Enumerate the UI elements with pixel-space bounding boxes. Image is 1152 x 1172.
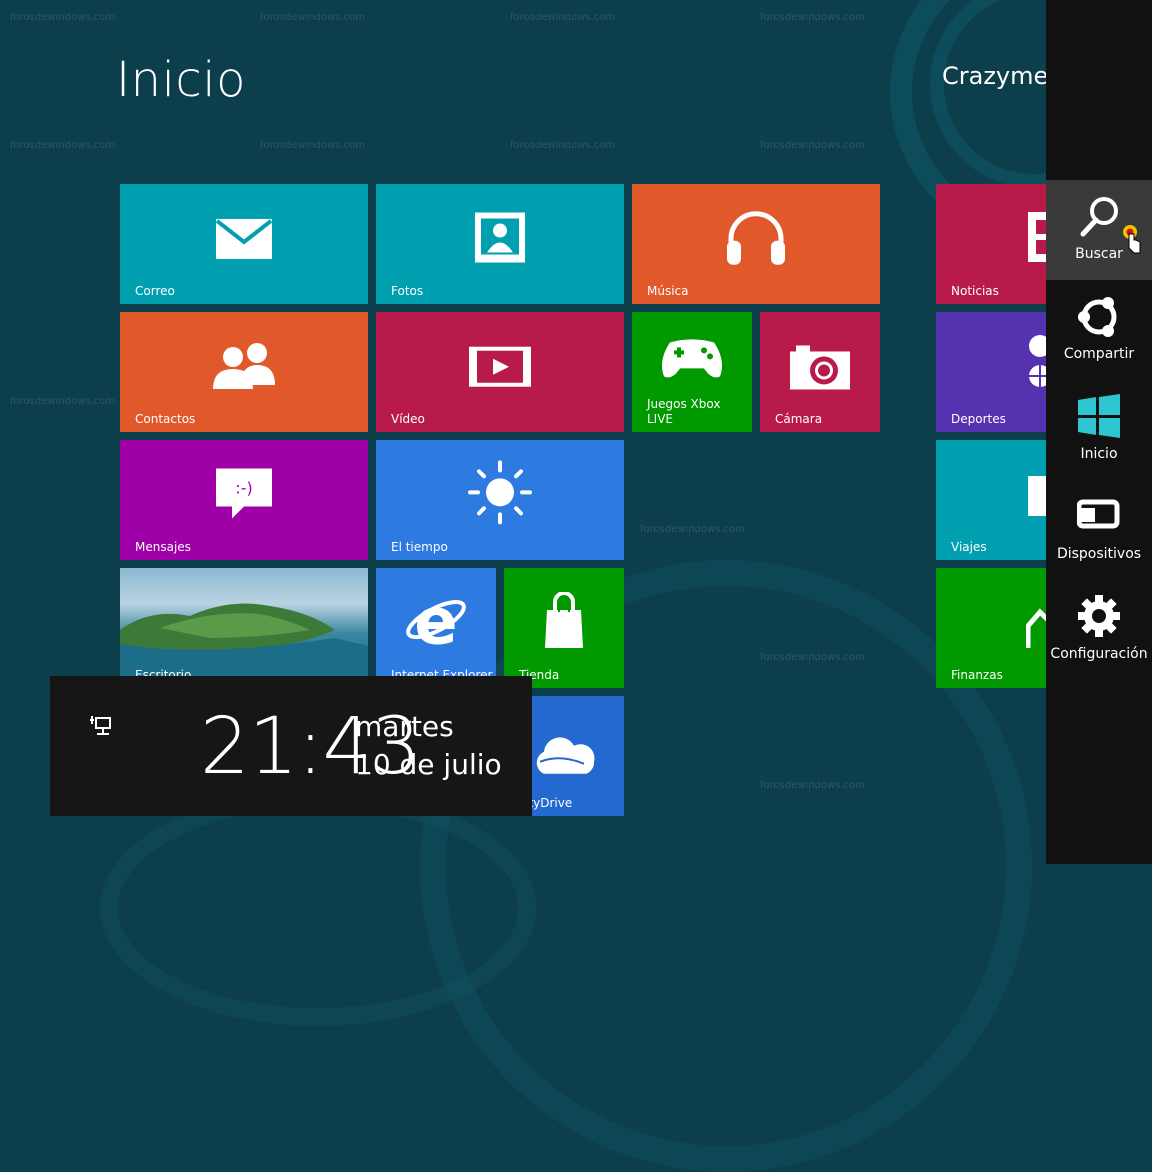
charm-label: Dispositivos xyxy=(1056,546,1142,562)
watermark: forosdewindows.com xyxy=(10,140,116,151)
people-icon xyxy=(213,343,275,389)
tile-label: El tiempo xyxy=(391,540,448,554)
tile-xbox[interactable]: Juegos Xbox LIVE xyxy=(632,312,752,432)
watermark: forosdewindows.com xyxy=(640,524,746,535)
tile-contactos[interactable]: Contactos xyxy=(120,312,368,432)
page-title: Inicio xyxy=(116,52,247,108)
charm-share[interactable]: Compartir xyxy=(1046,280,1152,380)
clock-overlay: 21:43 martes 10 de julio xyxy=(50,676,532,816)
sports-ball-icon xyxy=(1029,335,1046,387)
tile-noticias[interactable]: Noticias xyxy=(936,184,1046,304)
tile-video[interactable]: Vídeo xyxy=(376,312,624,432)
sun-icon xyxy=(468,460,532,525)
tile-internet-explorer[interactable]: e Internet Explorer xyxy=(376,568,496,688)
tile-musica[interactable]: Música xyxy=(632,184,880,304)
charm-label: Configuración xyxy=(1050,646,1148,662)
tile-label: Noticias xyxy=(951,284,999,298)
mail-icon xyxy=(215,218,273,259)
devices-icon xyxy=(1077,499,1120,529)
watermark: forosdewindows.com xyxy=(760,140,866,151)
tile-label: Contactos xyxy=(135,412,196,426)
internet-explorer-icon: e xyxy=(406,590,466,652)
video-play-icon xyxy=(469,346,531,387)
clock-day: martes xyxy=(355,710,454,743)
svg-text::-): :-) xyxy=(235,479,252,498)
tile-label: Cámara xyxy=(775,412,823,426)
tile-correo[interactable]: Correo xyxy=(120,184,368,304)
photo-icon xyxy=(475,212,525,263)
tile-label: Fotos xyxy=(391,284,424,298)
watermark: forosdewindows.com xyxy=(10,396,116,407)
charm-label: Inicio xyxy=(1080,446,1118,462)
watermark: forosdewindows.com xyxy=(260,140,366,151)
tile-viajes[interactable]: Viajes xyxy=(936,440,1046,560)
watermark: forosdewindows.com xyxy=(10,12,116,23)
tile-finanzas[interactable]: Finanzas xyxy=(936,568,1046,688)
search-icon xyxy=(1080,197,1118,237)
tile-label: Deportes xyxy=(951,412,1006,426)
watermark: forosdewindows.com xyxy=(510,12,616,23)
tile-camara[interactable]: Cámara xyxy=(760,312,880,432)
clock-date: 10 de julio xyxy=(355,748,502,781)
user-name[interactable]: Crazymen xyxy=(942,62,1046,90)
charm-search[interactable]: Buscar xyxy=(1046,180,1152,280)
camera-icon xyxy=(790,345,850,390)
newspaper-icon xyxy=(1028,212,1046,262)
tile-deportes[interactable]: Deportes xyxy=(936,312,1046,432)
cursor-hand-icon xyxy=(1123,225,1141,254)
cloud-icon xyxy=(536,737,595,774)
gear-icon xyxy=(1078,595,1120,637)
tile-label: Finanzas xyxy=(951,668,1003,682)
windows-logo-icon xyxy=(1078,394,1120,438)
gamepad-icon xyxy=(662,339,722,378)
charm-label: Compartir xyxy=(1063,346,1135,362)
watermark: forosdewindows.com xyxy=(510,140,616,151)
tile-label: Vídeo xyxy=(391,412,425,426)
headphones-icon xyxy=(727,211,785,265)
share-icon xyxy=(1078,297,1117,337)
watermark: forosdewindows.com xyxy=(260,12,366,23)
tile-fotos[interactable]: Fotos xyxy=(376,184,624,304)
tile-label: Mensajes xyxy=(135,540,191,554)
charms-bar: Buscar Compartir Inicio Dispositivos Con… xyxy=(1046,0,1152,864)
tile-label: Juegos Xbox LIVE xyxy=(647,397,721,426)
tile-label: Viajes xyxy=(951,540,987,554)
chat-bubble-icon: :-) xyxy=(216,468,272,519)
suitcase-icon xyxy=(1028,476,1046,516)
tile-tiempo[interactable]: El tiempo xyxy=(376,440,624,560)
network-icon xyxy=(90,716,111,735)
watermark: forosdewindows.com xyxy=(760,12,866,23)
tile-escritorio[interactable]: Escritorio xyxy=(120,568,368,688)
tile-tienda[interactable]: Tienda xyxy=(504,568,624,688)
tile-label: Correo xyxy=(135,284,175,298)
tile-label: Música xyxy=(647,284,689,298)
tile-mensajes[interactable]: :-) Mensajes xyxy=(120,440,368,560)
shopping-bag-icon xyxy=(545,592,583,649)
charm-start[interactable]: Inicio xyxy=(1046,380,1152,480)
stock-chart-icon xyxy=(1026,608,1046,648)
charm-settings[interactable]: Configuración xyxy=(1046,580,1152,680)
charm-devices[interactable]: Dispositivos xyxy=(1046,480,1152,580)
background-swirl xyxy=(100,790,536,1026)
